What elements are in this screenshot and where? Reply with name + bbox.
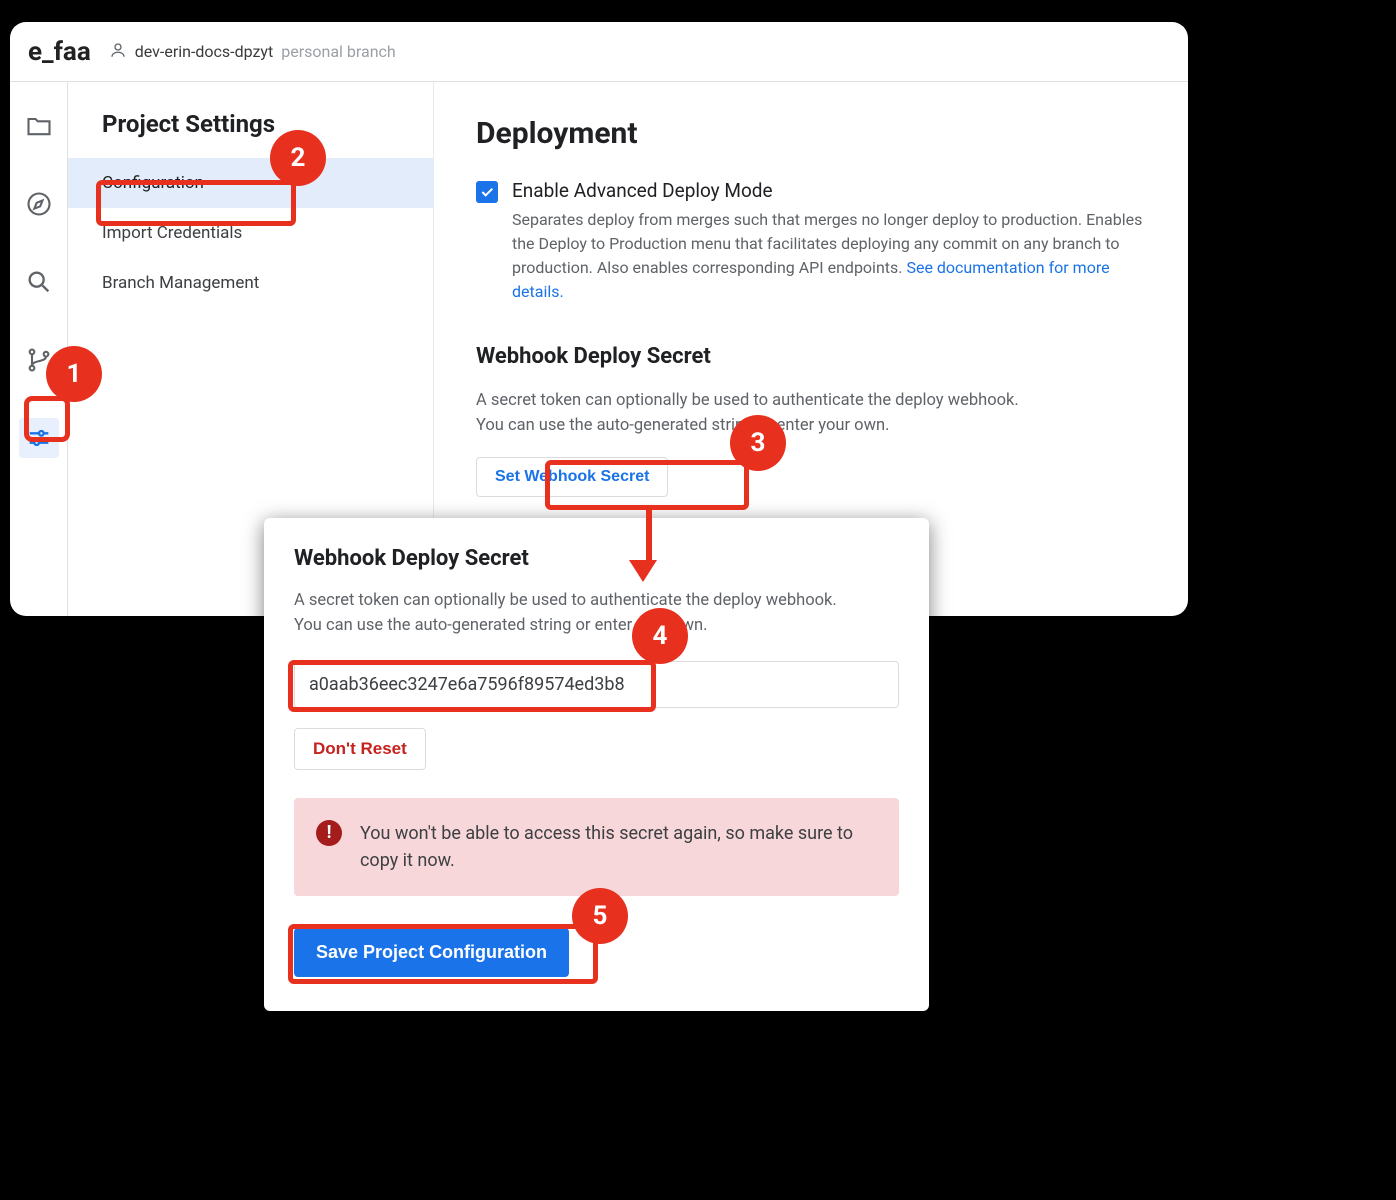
search-icon[interactable]	[19, 262, 59, 302]
panel-title: Project Settings	[68, 110, 433, 158]
set-webhook-secret-button[interactable]: Set Webhook Secret	[476, 457, 668, 497]
brand-logo: e_faa	[28, 37, 91, 67]
webhook-description: A secret token can optionally be used to…	[476, 389, 1146, 439]
sidebar-item-branch-management[interactable]: Branch Management	[68, 258, 433, 308]
modal-title: Webhook Deploy Secret	[294, 546, 899, 571]
callout-badge-2: 2	[270, 130, 326, 186]
branch-selector[interactable]: dev-erin-docs-dpzyt personal branch	[109, 41, 396, 63]
advanced-deploy-text: Enable Advanced Deploy Mode Separates de…	[512, 179, 1146, 304]
save-project-configuration-button[interactable]: Save Project Configuration	[294, 928, 569, 977]
callout-badge-4: 4	[632, 608, 688, 664]
webhook-secret-input[interactable]	[294, 661, 899, 708]
dont-reset-button[interactable]: Don't Reset	[294, 728, 426, 770]
callout-badge-1: 1	[46, 346, 102, 402]
folder-icon[interactable]	[19, 106, 59, 146]
warning-text: You won't be able to access this secret …	[360, 820, 877, 874]
settings-sliders-icon[interactable]	[19, 418, 59, 458]
top-bar: e_faa dev-erin-docs-dpzyt personal branc…	[10, 22, 1188, 82]
warning-banner: ! You won't be able to access this secre…	[294, 798, 899, 896]
webhook-section-title: Webhook Deploy Secret	[476, 344, 1146, 369]
branch-name: dev-erin-docs-dpzyt	[135, 42, 273, 61]
modal-description: A secret token can optionally be used to…	[294, 589, 899, 639]
advanced-deploy-row: Enable Advanced Deploy Mode Separates de…	[476, 179, 1146, 304]
warning-icon: !	[316, 820, 342, 846]
callout-badge-3: 3	[730, 415, 786, 471]
sidebar-item-import-credentials[interactable]: Import Credentials	[68, 208, 433, 258]
callout-badge-5: 5	[572, 888, 628, 944]
branch-type-label: personal branch	[281, 42, 396, 61]
advanced-deploy-checkbox[interactable]	[476, 181, 498, 203]
checkbox-label: Enable Advanced Deploy Mode	[512, 179, 1146, 202]
page-title: Deployment	[476, 116, 1146, 151]
callout-arrow	[640, 510, 657, 582]
compass-icon[interactable]	[19, 184, 59, 224]
checkbox-description: Separates deploy from merges such that m…	[512, 208, 1146, 304]
sidebar-item-configuration[interactable]: Configuration	[68, 158, 433, 208]
user-icon	[109, 41, 127, 63]
